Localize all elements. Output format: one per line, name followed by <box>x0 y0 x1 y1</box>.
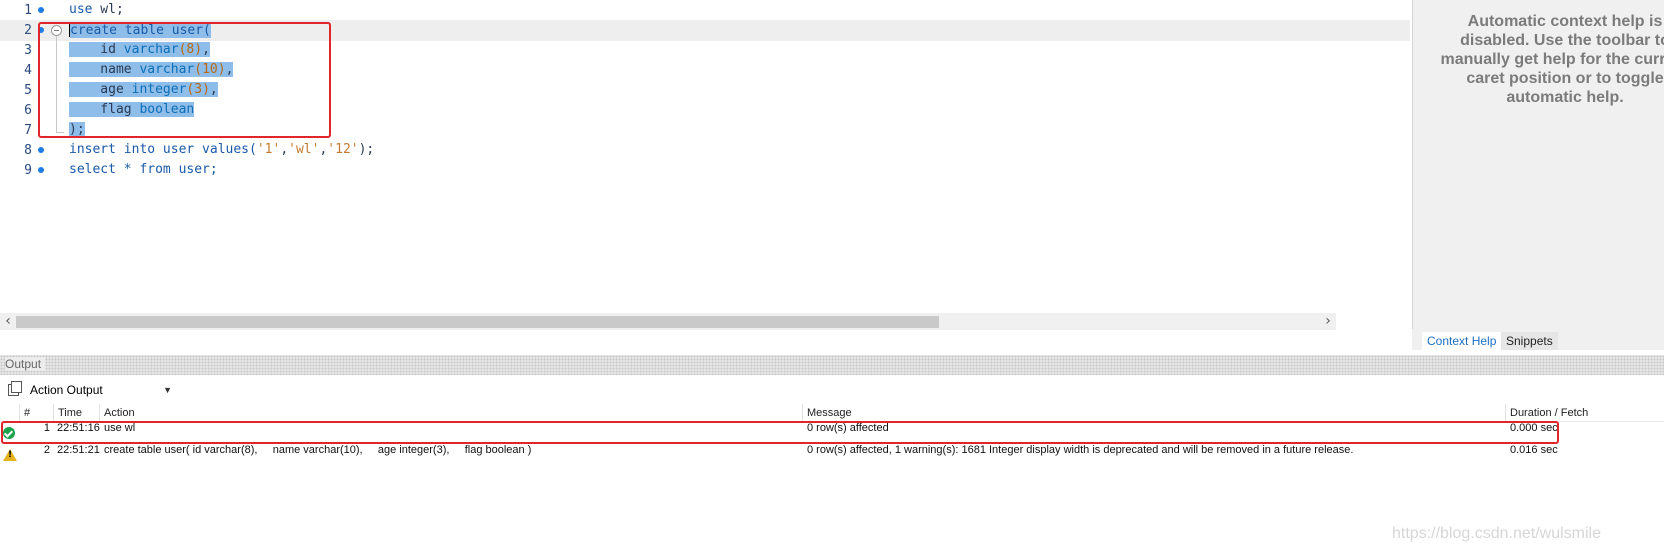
line-number: 2 <box>24 23 32 38</box>
row-message: 0 row(s) affected, 1 warning(s): 1681 In… <box>807 444 1354 456</box>
row-number: 2 <box>43 444 50 456</box>
line-number: 7 <box>24 123 32 138</box>
column-header-status <box>0 404 20 422</box>
row-action: create table user( id varchar(8), name v… <box>104 444 532 456</box>
scroll-right-icon[interactable]: › <box>1320 313 1336 330</box>
tab-snippets[interactable]: Snippets <box>1501 332 1558 350</box>
output-type-select[interactable]: Action Output ▼ <box>26 380 176 400</box>
code-text: use wl; <box>69 2 124 17</box>
context-help-message: Automatic context help is disabled. Use … <box>1440 13 1664 106</box>
chevron-down-icon: ▼ <box>163 385 172 395</box>
output-type-label: Action Output <box>30 383 103 397</box>
help-tab-bar: Context Help Snippets <box>1412 329 1664 350</box>
horizontal-scrollbar[interactable]: ‹ › <box>0 313 1336 330</box>
sql-editor[interactable]: 1 use wl; 2 create table user( 3 id varc… <box>0 0 1416 333</box>
line-number: 6 <box>24 103 32 118</box>
code-line[interactable]: 1 use wl; <box>0 0 1410 21</box>
code-text: insert into user values('1','wl','12'); <box>69 142 375 157</box>
copy-icon[interactable] <box>8 381 22 396</box>
statement-marker-icon <box>38 7 44 13</box>
statement-marker-icon <box>38 167 44 173</box>
line-number: 5 <box>24 83 32 98</box>
row-time: 22:51:21 <box>57 444 100 456</box>
warning-icon <box>3 449 17 461</box>
output-panel-header: Output <box>0 355 1664 375</box>
code-line[interactable]: 9 select * from user; <box>0 160 1410 181</box>
column-header-duration[interactable]: Duration / Fetch <box>1506 404 1664 422</box>
code-line[interactable]: 8 insert into user values('1','wl','12')… <box>0 140 1410 161</box>
annotation-highlight-box <box>38 22 331 138</box>
watermark: https://blog.csdn.net/wulsmile <box>1392 525 1601 542</box>
annotation-highlight-box <box>1 421 1559 444</box>
scroll-left-icon[interactable]: ‹ <box>0 313 16 330</box>
scrollbar-thumb[interactable] <box>16 316 939 328</box>
line-number: 8 <box>24 143 32 158</box>
line-number: 1 <box>24 3 32 18</box>
statement-marker-icon <box>38 147 44 153</box>
line-number: 3 <box>24 43 32 58</box>
column-header-message[interactable]: Message <box>803 404 1506 422</box>
line-number: 4 <box>24 63 32 78</box>
context-help-panel: Automatic context help is disabled. Use … <box>1412 0 1664 333</box>
column-header-time[interactable]: Time <box>54 404 100 422</box>
code-text: select * from user; <box>69 162 218 177</box>
table-row[interactable]: 2 22:51:21 create table user( id varchar… <box>0 444 1664 466</box>
line-number: 9 <box>24 163 32 178</box>
column-header-action[interactable]: Action <box>100 404 803 422</box>
row-duration: 0.016 sec <box>1510 444 1558 456</box>
output-title: Output <box>5 357 46 371</box>
output-toolbar: Action Output ▼ <box>0 376 1664 404</box>
column-header-number[interactable]: # <box>20 404 54 422</box>
tab-context-help[interactable]: Context Help <box>1422 332 1502 350</box>
